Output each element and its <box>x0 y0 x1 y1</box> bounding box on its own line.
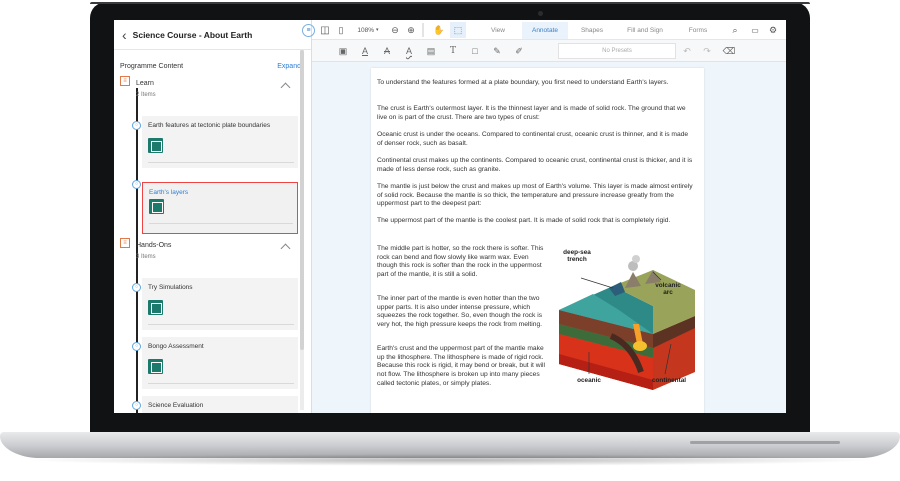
item-title: Science Evaluation <box>148 402 204 409</box>
doc-paragraph: Oceanic crust is under the oceans. Compa… <box>377 131 689 147</box>
lesson-icon <box>149 199 164 214</box>
zoom-out-icon[interactable]: ⊖ <box>388 20 402 40</box>
pen-icon[interactable]: ✎ <box>490 43 504 59</box>
doc-paragraph: The uppermost part of the mantle is the … <box>377 217 671 224</box>
rectangle-icon[interactable]: □ <box>468 43 482 59</box>
section-handson-count: 3 Items <box>136 254 156 260</box>
item-status-icon: ○ <box>132 283 141 292</box>
select-tool-icon[interactable]: ⬚ <box>450 22 466 38</box>
divider <box>422 23 424 37</box>
pointer-line <box>580 277 614 289</box>
tab-shapes[interactable]: Shapes <box>570 22 614 39</box>
item-status-icon: ○ <box>132 121 141 130</box>
zoom-select[interactable]: 108% ▾ <box>354 20 382 40</box>
item-status-icon: ○ <box>132 401 141 410</box>
course-title: Science Course - About Earth <box>132 29 253 40</box>
expand-link[interactable]: Expand <box>277 63 301 70</box>
free-text-icon[interactable]: T <box>446 43 460 59</box>
doc-paragraph: The mantle is just below the crust and m… <box>377 183 693 208</box>
laptop-shadow <box>20 454 880 466</box>
section-learn-count: 2 Items <box>136 92 156 98</box>
sidebar-scrollbar[interactable] <box>300 50 304 410</box>
search-icon[interactable]: ⌕ <box>728 20 742 40</box>
comments-icon[interactable]: ▭ <box>748 20 762 40</box>
sidebar-toggle-icon[interactable]: ≡ <box>302 24 315 37</box>
document-page: To understand the features formed at a p… <box>371 68 704 413</box>
chevron-down-icon: ▾ <box>376 27 379 33</box>
tab-annotate[interactable]: Annotate <box>522 22 568 39</box>
doc-paragraph: The middle part is hotter, so the rock t… <box>377 245 544 279</box>
undo-icon[interactable]: ↶ <box>680 43 694 59</box>
label-continental: continental <box>651 377 687 384</box>
doc-paragraph: The crust is Earth's outermost layer. It… <box>377 105 686 121</box>
lesson-icon <box>148 138 163 153</box>
tab-forms[interactable]: Forms <box>676 22 720 39</box>
doc-paragraph: The inner part of the mantle is even hot… <box>377 295 543 329</box>
list-item-bongo-assessment[interactable]: Bongo Assessment <box>142 337 298 389</box>
item-status-icon: ○ <box>132 342 141 351</box>
progress-track <box>148 324 294 325</box>
settings-gear-icon[interactable]: ⚙ <box>766 20 780 40</box>
progress-track <box>148 383 294 384</box>
eraser-icon[interactable]: ⌫ <box>722 43 736 59</box>
item-title: Try Simulations <box>148 284 193 291</box>
presets-dropdown[interactable]: No Presets <box>558 43 676 59</box>
laptop-vent <box>690 441 840 444</box>
section-handson-title[interactable]: Hands-Ons <box>136 242 171 249</box>
tab-view[interactable]: View <box>476 22 520 39</box>
timeline-line <box>136 88 138 413</box>
list-item-earth-features[interactable]: Earth features at tectonic plate boundar… <box>142 116 298 168</box>
plate-boundary-illustration <box>559 255 695 390</box>
collapse-chevron-icon[interactable] <box>280 243 291 254</box>
magma-chamber <box>633 341 647 351</box>
text-strikeout-icon[interactable]: A <box>380 43 394 59</box>
progress-track <box>148 162 294 163</box>
sidebar-header: ‹ Science Course - About Earth <box>114 20 311 50</box>
document-icon[interactable]: ▯ <box>334 20 348 40</box>
text-squiggly-icon[interactable]: A <box>402 43 416 59</box>
app-screen: ‹ Science Course - About Earth Programme… <box>114 20 786 413</box>
zoom-value: 108% <box>357 26 375 34</box>
page-layout-icon[interactable]: ◫ <box>318 20 332 40</box>
pan-hand-icon[interactable]: ✋ <box>432 20 446 40</box>
label-deep-sea-trench: deep-sea trench <box>563 249 591 263</box>
list-item-try-simulations[interactable]: Try Simulations <box>142 278 298 330</box>
item-status-icon: ○ <box>132 180 141 189</box>
doc-paragraph: Continental crust makes up the continent… <box>377 157 693 173</box>
list-item-science-evaluation[interactable]: Science Evaluation <box>142 396 298 413</box>
highlighter-icon[interactable]: ✐ <box>512 43 526 59</box>
activity-icon <box>148 359 163 374</box>
collapse-chevron-icon[interactable] <box>280 82 291 93</box>
programme-content-row: Programme Content Expand <box>114 56 311 76</box>
section-handson-icon: ≡ <box>120 238 130 248</box>
label-volcanic-arc: volcanic arc <box>655 282 681 296</box>
doc-paragraph: Earth's crust and the uppermost part of … <box>377 345 546 387</box>
section-learn-title[interactable]: Learn <box>136 80 154 87</box>
list-item-earths-layers[interactable]: Earth's layers <box>142 182 298 234</box>
back-arrow-icon[interactable]: ‹ <box>122 28 127 42</box>
volcano-smoke <box>632 255 640 263</box>
sticky-note-icon[interactable]: ▣ <box>336 43 350 59</box>
zoom-in-icon[interactable]: ⊕ <box>404 20 418 40</box>
section-learn-icon: ≡ <box>120 76 130 86</box>
tab-fill-and-sign[interactable]: Fill and Sign <box>616 22 674 39</box>
plate-boundary-diagram: deep-sea trench volcanic arc oceanic con… <box>553 244 701 394</box>
text-underline-icon[interactable]: A <box>358 43 372 59</box>
webcam <box>538 11 543 16</box>
label-oceanic: oceanic <box>577 377 601 384</box>
progress-track <box>149 223 293 224</box>
annotation-toolbar: ▣ A A A ▤ T □ ✎ ✐ No Presets ↶ ↷ ⌫ <box>312 40 786 62</box>
item-title: Earth's layers <box>149 189 189 196</box>
programme-content-label: Programme Content <box>120 62 184 70</box>
redo-icon[interactable]: ↷ <box>700 43 714 59</box>
item-title: Bongo Assessment <box>148 343 204 350</box>
item-title: Earth features at tectonic plate boundar… <box>148 122 271 129</box>
doc-paragraph: To understand the features formed at a p… <box>377 79 669 86</box>
comment-icon[interactable]: ▤ <box>424 43 438 59</box>
course-sidebar: ‹ Science Course - About Earth Programme… <box>114 20 312 413</box>
document-viewer[interactable]: To understand the features formed at a p… <box>312 62 786 413</box>
top-toolbar: ≡ ◫ ▯ 108% ▾ ⊖ ⊕ ✋ ⬚ View Annotate Shapes… <box>302 20 786 40</box>
activity-icon <box>148 300 163 315</box>
